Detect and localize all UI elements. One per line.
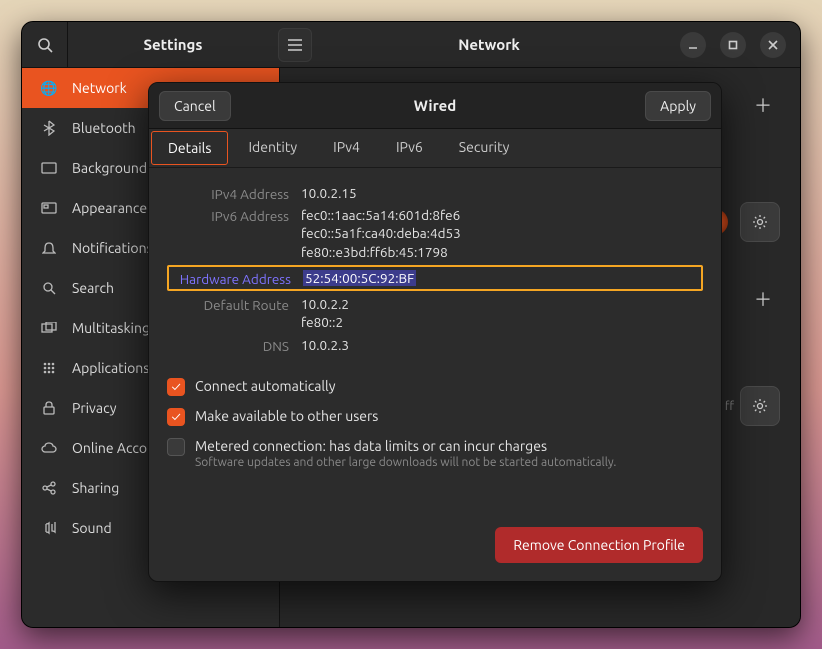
proxy-settings-button[interactable]	[740, 386, 780, 426]
sound-icon	[40, 521, 58, 535]
tab-security[interactable]: Security	[441, 129, 528, 167]
default-route-value: 10.0.2.2 fe80::2	[301, 295, 703, 331]
sidebar-item-label: Sharing	[72, 480, 119, 496]
sidebar-item-label: Privacy	[72, 400, 116, 416]
dialog-tabs: Details Identity IPv4 IPv6 Security	[149, 129, 721, 168]
bell-icon	[40, 241, 58, 255]
apply-button[interactable]: Apply	[645, 91, 711, 121]
cloud-icon	[40, 442, 58, 454]
wired-dialog: Cancel Wired Apply Details Identity IPv4…	[148, 82, 722, 582]
maximize-button[interactable]	[720, 32, 746, 58]
connect-automatically-checkbox[interactable]: ✓	[167, 378, 185, 396]
multitask-icon	[40, 322, 58, 334]
metered-label: Metered connection: has data limits or c…	[195, 438, 616, 454]
add-vpn-button[interactable]: ＋	[746, 282, 780, 316]
ipv4-address-label: IPv4 Address	[167, 184, 301, 202]
sidebar-item-label: Search	[72, 280, 114, 296]
ipv6-address-value: fec0::1aac:5a14:601d:8fe6 fec0::5a1f:ca4…	[301, 206, 703, 261]
dialog-header: Cancel Wired Apply	[149, 83, 721, 129]
ipv6-address-label: IPv6 Address	[167, 206, 301, 224]
metered-checkbox[interactable]	[167, 438, 185, 456]
search-icon	[40, 281, 58, 295]
hamburger-menu-button[interactable]	[278, 28, 312, 62]
tab-ipv4[interactable]: IPv4	[315, 129, 378, 167]
share-icon	[40, 481, 58, 495]
globe-icon: 🌐	[40, 80, 58, 97]
tab-details[interactable]: Details	[151, 131, 228, 165]
search-button[interactable]	[22, 22, 68, 68]
dialog-title: Wired	[149, 97, 721, 114]
lock-icon	[40, 401, 58, 415]
background-icon	[40, 162, 58, 174]
connect-automatically-label: Connect automatically	[195, 378, 335, 394]
dns-label: DNS	[167, 336, 301, 354]
appearance-icon	[40, 202, 58, 214]
hardware-address-row: Hardware Address 52:54:00:5C:92:BF	[167, 265, 703, 291]
page-title: Network	[312, 36, 666, 53]
dns-value: 10.0.2.3	[301, 336, 703, 354]
add-connection-button[interactable]: ＋	[746, 88, 780, 122]
bluetooth-icon	[40, 120, 58, 136]
minimize-button[interactable]	[680, 32, 706, 58]
close-button[interactable]	[760, 32, 786, 58]
app-title: Settings	[68, 36, 278, 53]
hardware-address-value: 52:54:00:5C:92:BF	[303, 269, 701, 287]
ipv4-address-value: 10.0.2.15	[301, 184, 703, 202]
sidebar-item-label: Multitasking	[72, 320, 150, 336]
proxy-toggle-label: ff	[725, 400, 734, 413]
sidebar-item-label: Appearance	[72, 200, 147, 216]
grid-icon	[40, 361, 58, 375]
remove-connection-button[interactable]: Remove Connection Profile	[495, 527, 703, 563]
sidebar-item-label: Background	[72, 160, 147, 176]
sidebar-item-label: Sound	[72, 520, 112, 536]
sidebar-item-label: Bluetooth	[72, 120, 136, 136]
connection-settings-button[interactable]	[740, 202, 780, 242]
hardware-address-label: Hardware Address	[169, 269, 303, 287]
make-available-label: Make available to other users	[195, 408, 378, 424]
make-available-checkbox[interactable]: ✓	[167, 408, 185, 426]
tab-identity[interactable]: Identity	[230, 129, 315, 167]
sidebar-item-label: Network	[72, 80, 127, 96]
sidebar-item-label: Notifications	[72, 240, 153, 256]
tab-ipv6[interactable]: IPv6	[378, 129, 441, 167]
cancel-button[interactable]: Cancel	[159, 91, 231, 121]
headerbar: Settings Network	[22, 22, 800, 68]
metered-sublabel: Software updates and other large downloa…	[195, 456, 616, 469]
default-route-label: Default Route	[167, 295, 301, 313]
sidebar-item-label: Applications	[72, 360, 149, 376]
